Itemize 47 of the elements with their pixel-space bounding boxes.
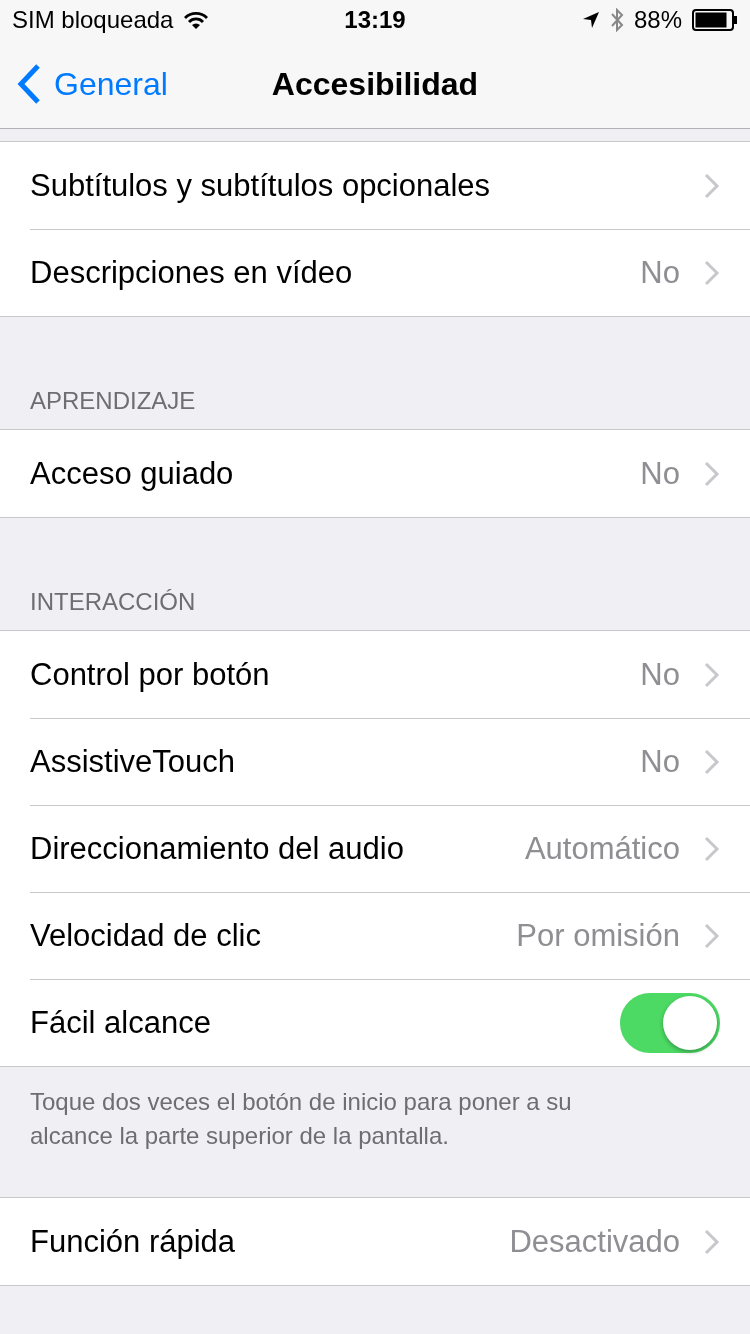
settings-row[interactable]: AssistiveTouch No bbox=[0, 718, 750, 805]
settings-row[interactable]: Subtítulos y subtítulos opcionales bbox=[0, 142, 750, 229]
row-value: Desactivado bbox=[509, 1223, 680, 1260]
back-button[interactable]: General bbox=[0, 63, 168, 105]
row-label: Acceso guiado bbox=[30, 455, 234, 492]
chevron-icon bbox=[704, 1228, 720, 1255]
status-time: 13:19 bbox=[344, 6, 406, 34]
bluetooth-icon bbox=[609, 8, 624, 32]
chevron-icon bbox=[704, 259, 720, 286]
location-arrow-icon bbox=[581, 11, 600, 29]
toggle-switch[interactable] bbox=[620, 992, 720, 1053]
row-label: Velocidad de clic bbox=[30, 917, 261, 954]
row-label: Subtítulos y subtítulos opcionales bbox=[30, 167, 491, 204]
settings-row[interactable]: Velocidad de clic Por omisión bbox=[0, 892, 750, 979]
row-value: Por omisión bbox=[516, 917, 680, 954]
row-label: Fácil alcance bbox=[30, 1004, 211, 1041]
section-header: INTERACCIÓN bbox=[29, 587, 197, 617]
settings-row[interactable]: Control por botón No bbox=[0, 631, 750, 718]
wifi-icon bbox=[183, 10, 210, 30]
settings-row[interactable]: Fácil alcance bbox=[0, 979, 750, 1066]
settings-row[interactable]: Direccionamiento del audio Automático bbox=[0, 805, 750, 892]
back-chevron-icon bbox=[16, 63, 42, 105]
chevron-icon bbox=[704, 835, 720, 862]
settings-row[interactable]: Función rápida Desactivado bbox=[0, 1198, 750, 1285]
settings-row[interactable]: Descripciones en vídeo No bbox=[0, 229, 750, 316]
carrier-name: SIM bloqueada bbox=[12, 6, 174, 34]
chevron-icon bbox=[704, 748, 720, 775]
row-label: Descripciones en vídeo bbox=[30, 254, 353, 291]
chevron-icon bbox=[704, 661, 720, 688]
row-value: No bbox=[640, 455, 680, 492]
row-label: Direccionamiento del audio bbox=[30, 830, 404, 867]
row-label: Función rápida bbox=[30, 1223, 236, 1260]
row-label: AssistiveTouch bbox=[30, 743, 236, 780]
row-label: Control por botón bbox=[30, 656, 270, 693]
row-value: No bbox=[640, 743, 680, 780]
battery-icon bbox=[692, 9, 738, 31]
section-header: APRENDIZAJE bbox=[29, 386, 197, 416]
battery-percent: 88% bbox=[633, 6, 682, 34]
chevron-icon bbox=[704, 460, 720, 487]
settings-row[interactable]: Acceso guiado No bbox=[0, 430, 750, 517]
section-footer: Toque dos veces el botón de inicio para poner a su alcance la parte superior de la pantalla. bbox=[0, 1067, 750, 1197]
row-value: Automático bbox=[524, 830, 680, 867]
chevron-icon bbox=[704, 172, 720, 199]
row-value: No bbox=[640, 254, 680, 291]
row-value: No bbox=[640, 656, 680, 693]
page-title: Accesibilidad bbox=[271, 65, 479, 103]
chevron-icon bbox=[704, 922, 720, 949]
